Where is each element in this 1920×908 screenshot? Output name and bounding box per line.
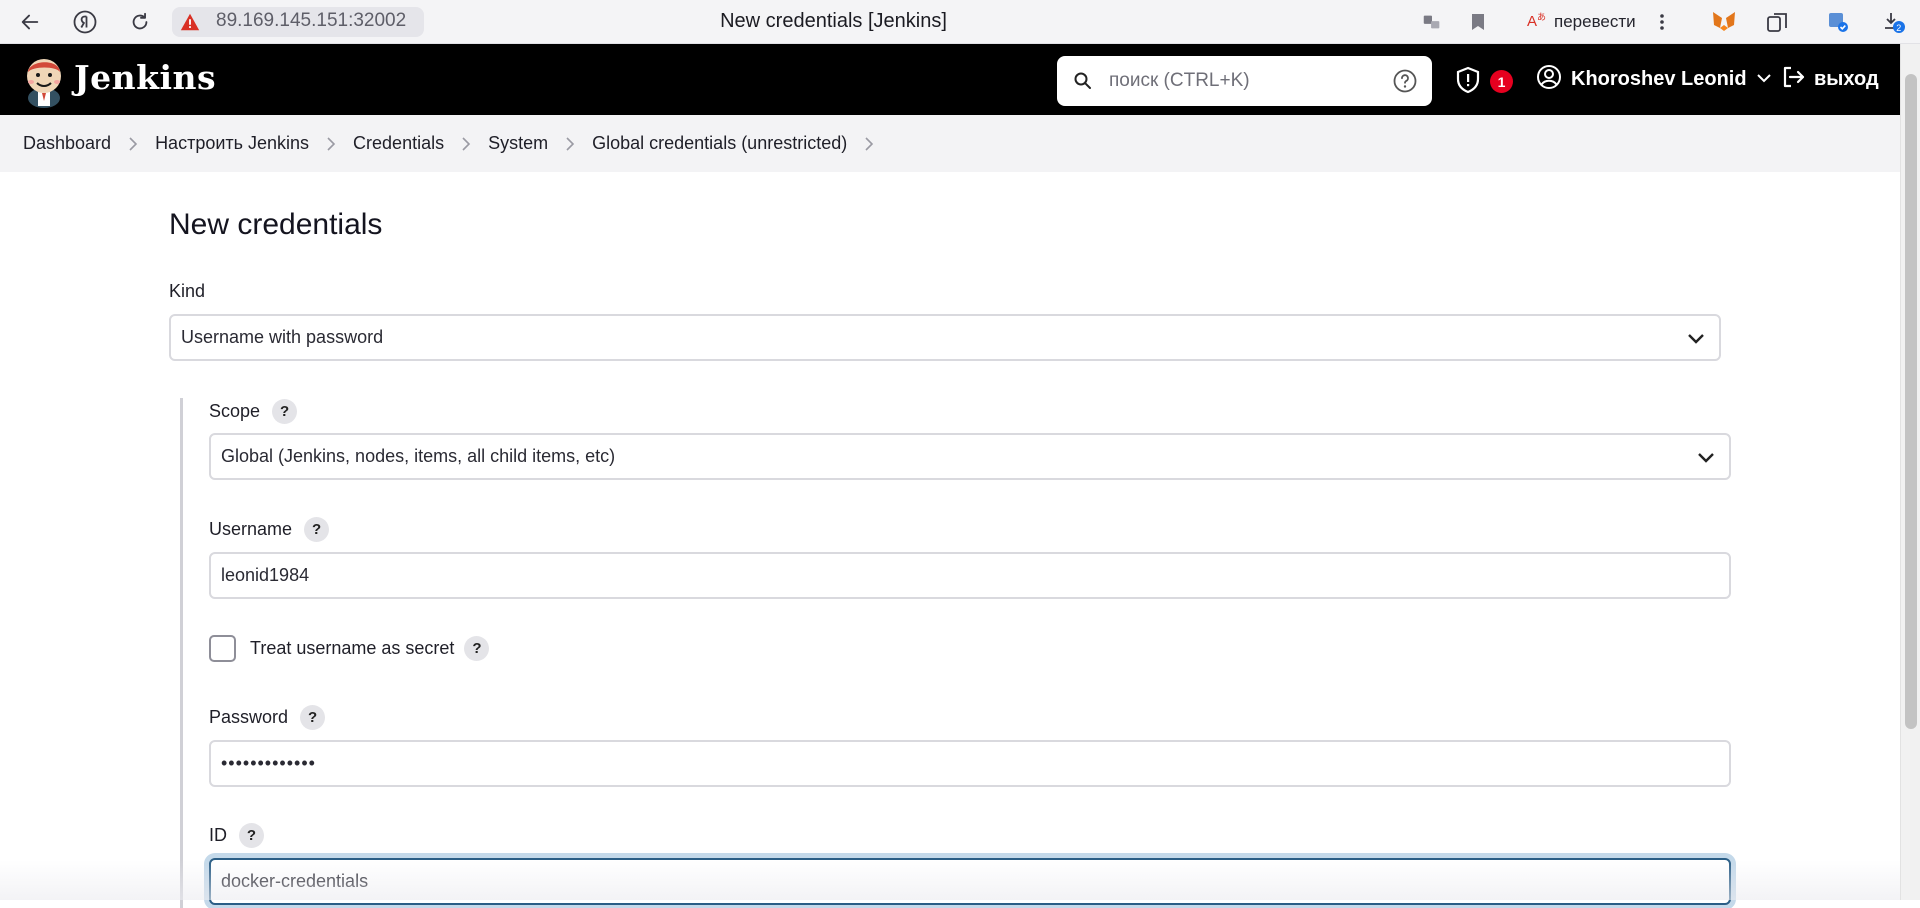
scope-help-button[interactable]: ? bbox=[272, 399, 298, 424]
kind-select-value: Username with password bbox=[181, 327, 384, 347]
username-help-button[interactable]: ? bbox=[304, 517, 330, 542]
chevron-down-icon bbox=[1697, 448, 1715, 469]
scope-select-value: Global (Jenkins, nodes, items, all child… bbox=[221, 446, 616, 466]
logout-button[interactable]: выход bbox=[1780, 64, 1879, 95]
breadcrumb: Dashboard Настроить Jenkins Credentials … bbox=[0, 115, 1900, 172]
translate-button[interactable]: Aあ перевести bbox=[1514, 6, 1666, 38]
extension-icon[interactable] bbox=[1824, 8, 1852, 36]
scope-label: Scope ? bbox=[209, 399, 298, 424]
browser-toolbar: 89.169.145.151:32002 New credentials [Je… bbox=[0, 0, 1920, 44]
password-label: Password ? bbox=[209, 705, 326, 730]
collections-icon[interactable] bbox=[1764, 8, 1792, 36]
password-label-text: Password bbox=[209, 707, 289, 727]
page-scrollbar[interactable] bbox=[1900, 44, 1920, 900]
chevron-down-icon[interactable] bbox=[1756, 71, 1772, 89]
downloads-icon[interactable]: 2 bbox=[1880, 8, 1908, 36]
id-label: ID ? bbox=[209, 823, 264, 848]
security-badge[interactable]: 1 bbox=[1490, 70, 1513, 93]
chevron-down-icon bbox=[1687, 329, 1705, 350]
svg-text:あ: あ bbox=[1537, 12, 1546, 22]
chevron-right-icon bbox=[548, 136, 592, 151]
translate-label: перевести bbox=[1554, 12, 1636, 31]
id-field[interactable] bbox=[209, 858, 1731, 905]
security-shield-icon[interactable] bbox=[1455, 66, 1481, 94]
id-help-button[interactable]: ? bbox=[239, 823, 264, 848]
logout-icon bbox=[1780, 64, 1806, 95]
scope-label-text: Scope bbox=[209, 401, 261, 421]
jenkins-brand[interactable]: Jenkins bbox=[74, 58, 216, 97]
scrollbar-thumb[interactable] bbox=[1905, 74, 1917, 729]
user-name[interactable]: Khoroshev Leonid bbox=[1571, 68, 1747, 91]
breadcrumb-manage-jenkins[interactable]: Настроить Jenkins bbox=[155, 133, 309, 154]
chevron-right-icon bbox=[444, 136, 488, 151]
user-avatar-icon bbox=[1536, 64, 1562, 95]
svg-text:A: A bbox=[1527, 13, 1537, 30]
scope-select[interactable]: Global (Jenkins, nodes, items, all child… bbox=[209, 433, 1731, 480]
search-icon bbox=[1073, 71, 1093, 96]
password-help-button[interactable]: ? bbox=[300, 705, 326, 730]
downloads-count: 2 bbox=[1896, 23, 1901, 33]
metamask-icon[interactable] bbox=[1710, 8, 1738, 36]
search-box[interactable] bbox=[1057, 56, 1432, 106]
breadcrumb-system[interactable]: System bbox=[488, 133, 548, 154]
jenkins-header: Jenkins 1 Khoroshev Leonid выход bbox=[0, 44, 1900, 115]
page-title: New credentials bbox=[169, 208, 383, 241]
translate-page-icon[interactable] bbox=[1418, 8, 1446, 36]
chevron-right-icon bbox=[111, 136, 155, 151]
chevron-right-icon[interactable] bbox=[847, 136, 891, 151]
username-label-text: Username bbox=[209, 519, 293, 539]
more-icon[interactable] bbox=[1648, 8, 1676, 36]
chevron-right-icon bbox=[309, 136, 353, 151]
kind-label-text: Kind bbox=[169, 281, 206, 301]
bookmark-icon[interactable] bbox=[1464, 8, 1492, 36]
password-field[interactable] bbox=[209, 740, 1731, 787]
nested-section-bar bbox=[180, 398, 183, 908]
translate-icon: Aあ bbox=[1526, 10, 1548, 35]
breadcrumb-credentials[interactable]: Credentials bbox=[353, 133, 444, 154]
search-input[interactable] bbox=[1107, 68, 1377, 94]
jenkins-logo-icon[interactable] bbox=[20, 52, 68, 108]
treat-username-secret-checkbox[interactable] bbox=[209, 635, 236, 662]
treat-username-secret-label[interactable]: Treat username as secret ? bbox=[250, 635, 490, 662]
kind-select[interactable]: Username with password bbox=[169, 314, 1721, 361]
username-field[interactable] bbox=[209, 552, 1731, 599]
treat-username-secret-text[interactable]: Treat username as secret bbox=[250, 638, 454, 659]
treat-secret-help-button[interactable]: ? bbox=[464, 636, 490, 661]
help-icon[interactable] bbox=[1392, 68, 1418, 99]
username-label: Username ? bbox=[209, 517, 330, 542]
logout-label: выход bbox=[1814, 68, 1879, 90]
tab-title: New credentials [Jenkins] bbox=[720, 10, 947, 32]
breadcrumb-global-credentials[interactable]: Global credentials (unrestricted) bbox=[592, 133, 847, 154]
kind-label: Kind bbox=[169, 281, 205, 302]
main-content: New credentials Kind Username with passw… bbox=[0, 172, 1900, 908]
user-menu[interactable]: Khoroshev Leonid bbox=[1536, 64, 1772, 95]
breadcrumb-dashboard[interactable]: Dashboard bbox=[23, 133, 111, 154]
id-label-text: ID bbox=[209, 825, 227, 845]
